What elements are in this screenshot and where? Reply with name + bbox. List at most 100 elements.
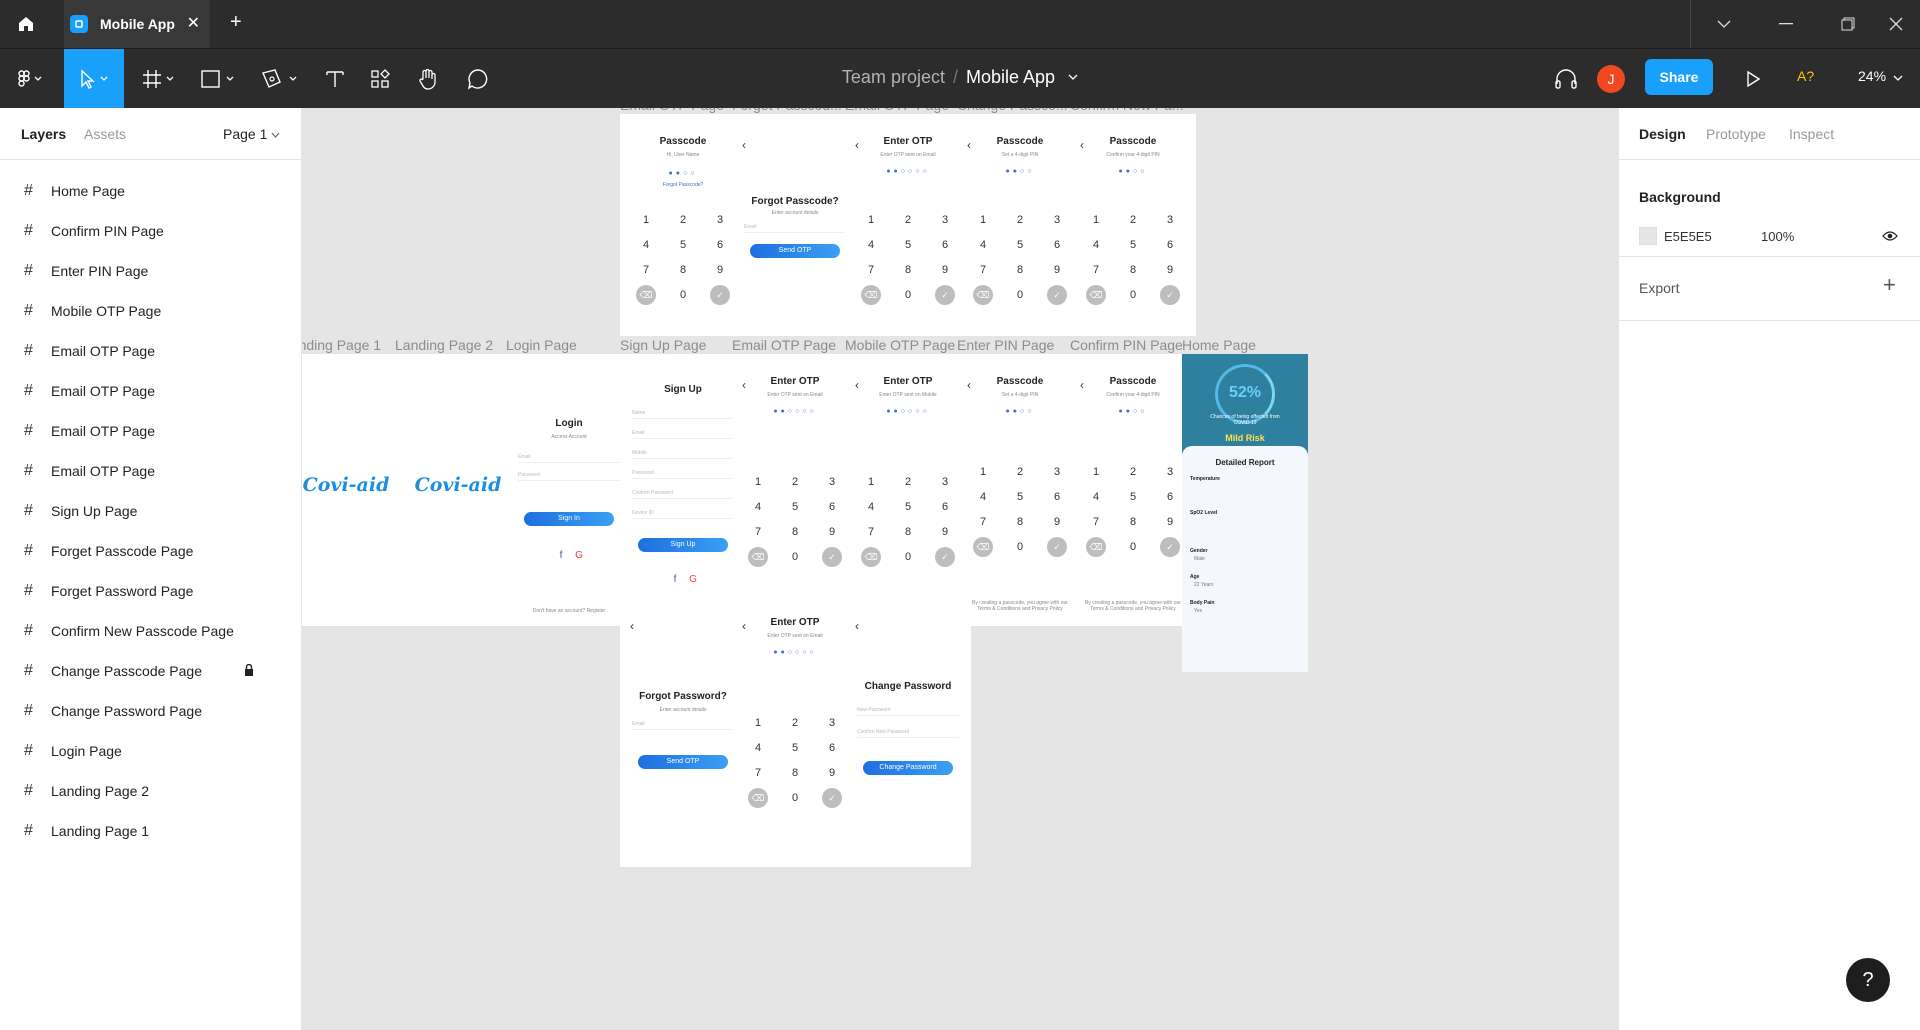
layer-item[interactable]: # Home Page — [0, 171, 301, 211]
frame[interactable]: Sign Up Name Email Mobile Password Confirm Pa… — [620, 354, 746, 626]
frame-label[interactable]: Enter PIN Page — [957, 337, 1085, 353]
keypad-key[interactable]: 7 — [1086, 512, 1106, 532]
keypad-key[interactable]: 7 — [861, 260, 881, 280]
keypad-key[interactable]: 4 — [973, 235, 993, 255]
backspace-key[interactable]: ⌫ — [973, 285, 993, 305]
keypad-key[interactable]: 5 — [898, 497, 918, 517]
keypad-key[interactable]: 2 — [1010, 462, 1030, 482]
background-opacity-input[interactable]: 100% — [1761, 229, 1794, 244]
file-tab[interactable]: Mobile App ✕ — [64, 0, 210, 48]
add-export-button[interactable]: + — [1883, 272, 1896, 298]
sign-up-button[interactable]: Sign Up — [638, 538, 728, 552]
keypad-key[interactable]: 1 — [1086, 462, 1106, 482]
layer-item[interactable]: # Forget Password Page — [0, 571, 301, 611]
device-id-field[interactable]: Device ID — [632, 506, 734, 519]
keypad-key[interactable]: 6 — [1160, 487, 1180, 507]
keypad-key[interactable]: 3 — [935, 472, 955, 492]
confirm-key[interactable]: ✓ — [1047, 537, 1067, 557]
frame[interactable]: ‹ Enter OTP Enter OTP sent on Mobile ●●○○○○… — [845, 354, 971, 626]
keypad-key[interactable]: 5 — [785, 497, 805, 517]
keypad-key[interactable]: 6 — [710, 235, 730, 255]
keypad-key[interactable]: 0 — [785, 788, 805, 808]
backspace-key[interactable]: ⌫ — [861, 547, 881, 567]
send-otp-button[interactable]: Send OTP — [638, 755, 728, 769]
keypad-key[interactable]: 0 — [1010, 285, 1030, 305]
frame[interactable]: ‹ Enter OTP Enter OTP sent on Email ●●○○○○ 1… — [732, 354, 858, 626]
keypad-key[interactable]: 7 — [1086, 260, 1106, 280]
keypad-key[interactable]: 5 — [1123, 235, 1143, 255]
frame-label[interactable]: Forget Passcod... — [732, 108, 860, 113]
chevron-down-icon[interactable] — [1068, 74, 1078, 80]
tab-prototype[interactable]: Prototype — [1706, 126, 1766, 142]
zoom-level[interactable]: 24% — [1858, 68, 1886, 84]
crumb-team[interactable]: Team project — [842, 67, 945, 87]
share-button[interactable]: Share — [1645, 59, 1713, 95]
keypad-key[interactable]: 2 — [1123, 462, 1143, 482]
confirm-key[interactable]: ✓ — [822, 547, 842, 567]
background-hex-input[interactable]: E5E5E5 — [1664, 229, 1712, 244]
backspace-key[interactable]: ⌫ — [973, 537, 993, 557]
new-password-field[interactable]: New Password — [857, 703, 959, 716]
minimize-icon[interactable] — [1755, 0, 1817, 48]
keypad-key[interactable]: 1 — [748, 713, 768, 733]
frame-label[interactable]: Landing Page 2 — [395, 337, 523, 353]
frame-label[interactable]: Email OTP Page — [620, 108, 748, 113]
sign-in-button[interactable]: Sign In — [524, 512, 614, 526]
confirm-key[interactable]: ✓ — [710, 285, 730, 305]
keypad-key[interactable]: 8 — [1010, 512, 1030, 532]
keypad-key[interactable]: 1 — [748, 472, 768, 492]
text-tool-icon[interactable] — [315, 49, 355, 109]
keypad-key[interactable]: 5 — [1123, 487, 1143, 507]
layer-item[interactable]: # Sign Up Page — [0, 491, 301, 531]
email-field[interactable]: Email — [518, 450, 620, 463]
layer-item[interactable]: # Login Page — [0, 731, 301, 771]
keypad-key[interactable]: 6 — [935, 497, 955, 517]
keypad-key[interactable]: 3 — [935, 210, 955, 230]
layer-item[interactable]: # Landing Page 1 — [0, 811, 301, 851]
frame[interactable]: 52% Chances of being affected from COVID-… — [1182, 354, 1308, 672]
keypad-key[interactable]: 0 — [898, 285, 918, 305]
layer-item[interactable]: # Enter PIN Page — [0, 251, 301, 291]
home-icon[interactable] — [0, 0, 52, 48]
confirm-key[interactable]: ✓ — [935, 285, 955, 305]
password-field[interactable]: Password — [632, 466, 734, 479]
chevron-down-icon[interactable] — [1693, 0, 1755, 48]
chevron-down-icon[interactable] — [271, 132, 280, 138]
keypad-key[interactable]: 6 — [822, 738, 842, 758]
layer-item[interactable]: # Email OTP Page — [0, 331, 301, 371]
new-tab-button[interactable]: + — [230, 11, 242, 34]
layer-item[interactable]: # Forget Passcode Page — [0, 531, 301, 571]
keypad-key[interactable]: 0 — [1123, 285, 1143, 305]
keypad-key[interactable]: 4 — [748, 497, 768, 517]
keypad-key[interactable]: 6 — [1160, 235, 1180, 255]
backspace-key[interactable]: ⌫ — [748, 547, 768, 567]
change-password-button[interactable]: Change Password — [863, 761, 953, 775]
keypad-key[interactable]: 2 — [785, 713, 805, 733]
keypad-key[interactable]: 4 — [861, 497, 881, 517]
keypad-key[interactable]: 1 — [973, 210, 993, 230]
keypad-key[interactable]: 2 — [898, 472, 918, 492]
keypad-key[interactable]: 3 — [822, 472, 842, 492]
restore-icon[interactable] — [1817, 0, 1879, 48]
keypad-key[interactable]: 4 — [861, 235, 881, 255]
backspace-key[interactable]: ⌫ — [748, 788, 768, 808]
keypad-key[interactable]: 9 — [1160, 260, 1180, 280]
frame[interactable]: ‹ Enter OTP Enter OTP sent on Email ●●○○○○ 1… — [732, 595, 858, 867]
backspace-key[interactable]: ⌫ — [636, 285, 656, 305]
keypad-key[interactable]: 3 — [710, 210, 730, 230]
frame[interactable]: ‹ Forgot Password? Enter account details Em… — [620, 595, 746, 867]
background-color-swatch[interactable] — [1639, 227, 1657, 245]
resources-tool-icon[interactable] — [360, 49, 400, 109]
frame[interactable]: ‹ Forgot Passcode? Enter account details Em… — [732, 114, 858, 336]
google-icon[interactable]: G — [516, 550, 632, 561]
keypad-key[interactable]: 4 — [748, 738, 768, 758]
email-field[interactable]: Email — [744, 220, 846, 233]
keypad-key[interactable]: 2 — [1123, 210, 1143, 230]
keypad-key[interactable]: 0 — [673, 285, 693, 305]
keypad-key[interactable]: 7 — [636, 260, 656, 280]
keypad-key[interactable]: 6 — [1047, 235, 1067, 255]
keypad-key[interactable]: 4 — [1086, 487, 1106, 507]
keypad-key[interactable]: 1 — [861, 472, 881, 492]
keypad-key[interactable]: 9 — [822, 522, 842, 542]
back-chevron-icon[interactable]: ‹ — [630, 619, 634, 633]
